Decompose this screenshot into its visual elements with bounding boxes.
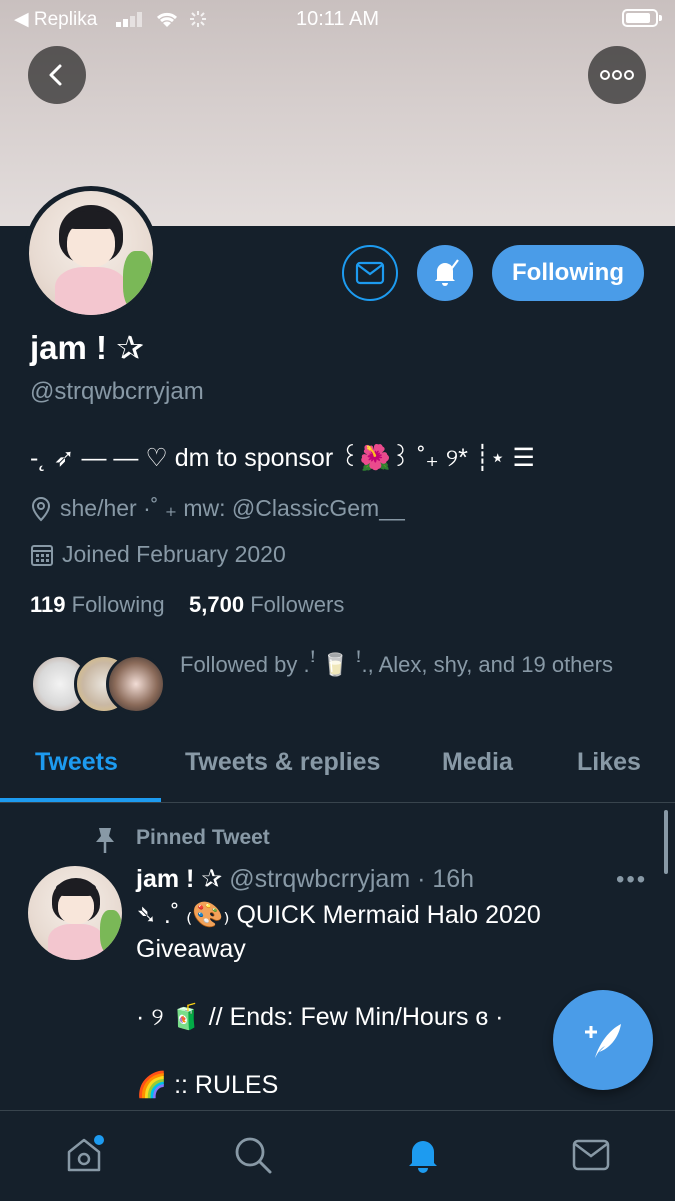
tweet-header: jam ! ✰ @strqwbcrryjam · 16h — [136, 864, 474, 894]
home-icon — [67, 1135, 104, 1172]
followers-label: Followers — [250, 592, 345, 617]
messages-mail-icon — [572, 1139, 610, 1171]
following-count: 119 — [30, 592, 66, 617]
compose-feather-icon — [585, 1024, 621, 1058]
tweet-author-name[interactable]: jam ! ✰ — [136, 865, 222, 893]
followers-count: 5,700 — [189, 592, 245, 617]
follower-avatar[interactable] — [106, 654, 166, 714]
follow-counts: 119 Following 5,700 Followers — [30, 592, 344, 618]
profile-bio: -˛ ➶ — — ♡ dm to sponsor ꒰🌺꒱ ˚₊ ୨* ┊⋆ ☰ — [30, 444, 535, 472]
followers-link[interactable]: 5,700 Followers — [189, 592, 344, 617]
joined-text: Joined February 2020 — [62, 541, 286, 567]
notifications-toggle-button[interactable] — [417, 245, 473, 301]
scrollbar[interactable] — [664, 810, 668, 874]
nav-messages[interactable] — [569, 1133, 613, 1177]
tab-tweets-replies[interactable]: Tweets & replies — [185, 748, 380, 777]
tweet-line: ➴ .˚ ₍🎨₎ QUICK Mermaid Halo 2020 Giveawa… — [136, 901, 541, 963]
avatar-image — [29, 191, 153, 315]
nav-home[interactable] — [62, 1133, 106, 1177]
following-button[interactable]: Following — [492, 245, 644, 301]
notifications-bell-icon — [409, 1141, 437, 1173]
tweet-handle-time: @strqwbcrryjam · 16h — [229, 865, 475, 893]
location-row: she/her ·˚ ₊ mw: @ClassicGem__ — [30, 495, 405, 522]
back-button[interactable] — [28, 46, 86, 104]
profile-tabs: Tweets Tweets & replies Media Likes — [0, 738, 675, 803]
tab-likes[interactable]: Likes — [577, 748, 641, 777]
location-text: she/her ·˚ ₊ mw: @ClassicGem__ — [60, 495, 405, 521]
tweet-avatar[interactable] — [28, 866, 122, 960]
tab-tweets[interactable]: Tweets — [35, 748, 118, 777]
nav-notifications[interactable] — [401, 1133, 445, 1177]
compose-tweet-button[interactable] — [553, 990, 653, 1090]
joined-row: Joined February 2020 — [30, 541, 286, 568]
bell-check-icon — [435, 259, 459, 286]
more-button[interactable] — [588, 46, 646, 104]
profile-handle: @strqwbcrryjam — [30, 378, 204, 405]
message-button[interactable] — [342, 245, 398, 301]
tweet-more-button[interactable]: ••• — [616, 866, 647, 894]
calendar-icon — [31, 544, 53, 566]
active-tab-indicator — [0, 798, 161, 802]
tweet-line: 🌈 :: RULES — [136, 1071, 279, 1099]
back-arrow-icon — [49, 64, 62, 86]
more-dots-icon — [600, 70, 634, 80]
location-pin-icon — [31, 496, 51, 521]
tab-media[interactable]: Media — [442, 748, 513, 777]
following-link[interactable]: 119 Following — [30, 592, 165, 617]
tweet-line: · ୨ 🧃 // Ends: Few Min/Hours ɞ · — [136, 1003, 504, 1031]
pinned-tweet-label: Pinned Tweet — [136, 826, 270, 849]
profile-name: jam ! ✰ — [30, 329, 144, 366]
status-bar: ◀ Replika 10:11 AM — [0, 0, 675, 38]
nav-search[interactable] — [231, 1133, 275, 1177]
bottom-tab-bar — [0, 1110, 675, 1201]
status-time: 10:11 AM — [295, 8, 380, 30]
profile-avatar[interactable] — [24, 186, 158, 320]
pin-icon — [96, 828, 114, 853]
followed-by-text[interactable]: Followed by .ꜝ 🥛 ꜝ., Alex, shy, and 19 o… — [180, 648, 620, 682]
mail-icon — [355, 261, 385, 285]
tweet-body[interactable]: ➴ .˚ ₍🎨₎ QUICK Mermaid Halo 2020 Giveawa… — [136, 898, 606, 1102]
battery-icon — [622, 9, 662, 27]
following-label: Following — [71, 592, 165, 617]
search-icon — [235, 1137, 272, 1174]
